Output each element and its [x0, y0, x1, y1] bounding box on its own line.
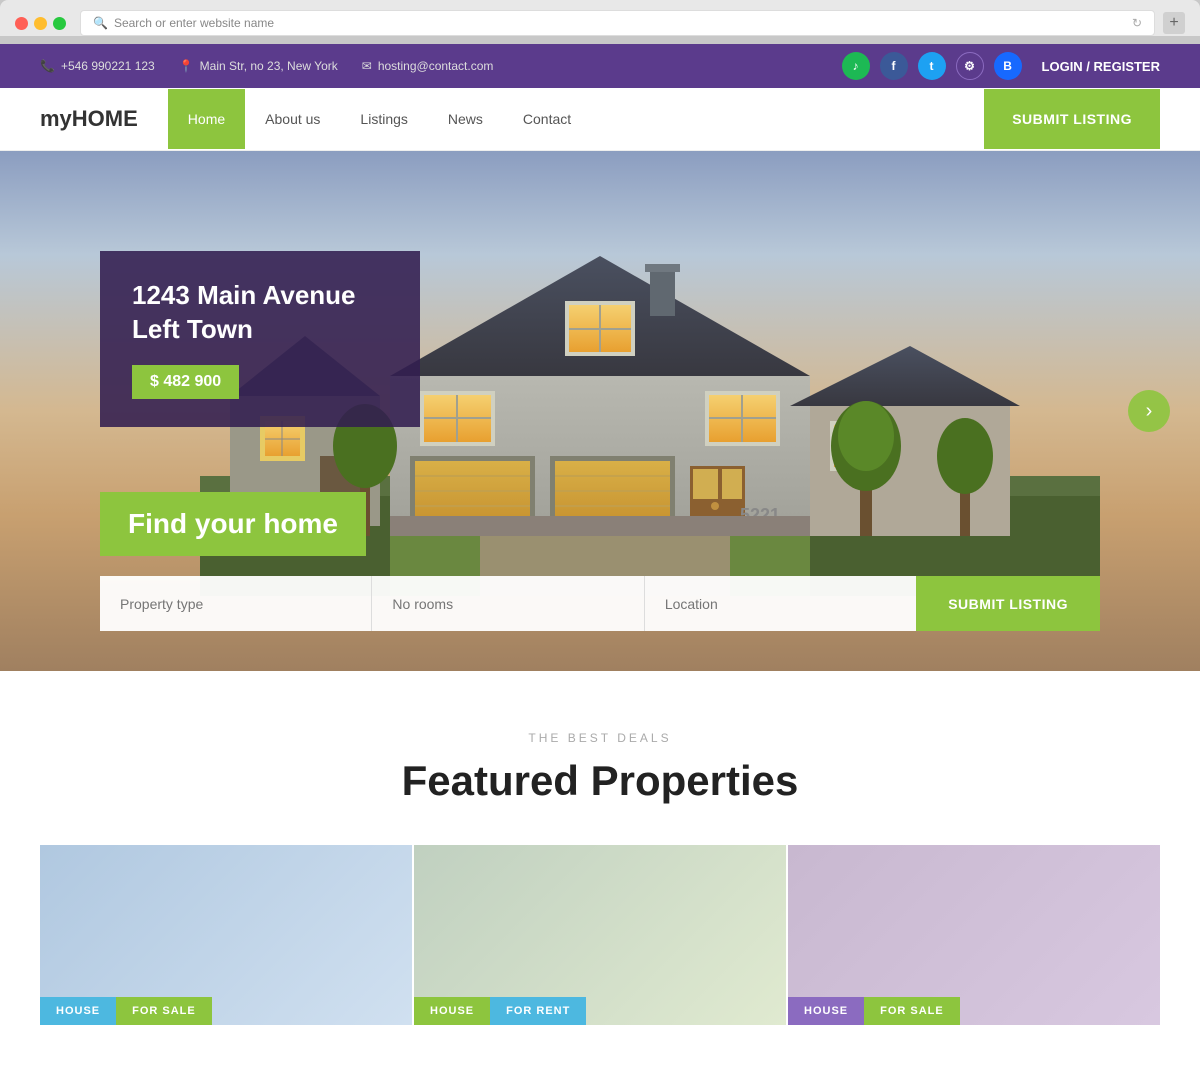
settings-icon[interactable]: ⚙: [956, 52, 984, 80]
browser-buttons: 🔍 Search or enter website name ↻ +: [15, 10, 1185, 36]
property-card-3[interactable]: HOUSE FOR SALE: [788, 845, 1160, 1025]
prop-badge-1: HOUSE FOR SALE: [40, 997, 212, 1025]
twitter-icon[interactable]: t: [918, 52, 946, 80]
phone-icon: 📞: [40, 59, 55, 73]
search-icon: 🔍: [93, 16, 108, 30]
property-card: 1243 Main Avenue Left Town $ 482 900: [100, 251, 420, 427]
main-nav: myHOME Home About us Listings News Conta…: [0, 88, 1200, 151]
reload-icon[interactable]: ↻: [1132, 16, 1142, 30]
prop-status-badge-1: FOR SALE: [116, 997, 212, 1025]
featured-section: THE BEST DEALS Featured Properties HOUSE…: [0, 671, 1200, 1065]
address-bar-text: Search or enter website name: [114, 16, 274, 30]
nav-link-home[interactable]: Home: [168, 89, 245, 149]
no-rooms-input[interactable]: [372, 576, 644, 631]
prop-status-badge-3: FOR SALE: [864, 997, 960, 1025]
nav-link-about[interactable]: About us: [245, 89, 340, 149]
top-bar-left: 📞 +546 990221 123 📍 Main Str, no 23, New…: [40, 59, 493, 73]
properties-row: HOUSE FOR SALE HOUSE FOR RENT HOUSE FOR …: [40, 845, 1160, 1025]
search-bar: SUBMIT LISTING: [100, 576, 1100, 631]
prop-type-badge-2: HOUSE: [414, 997, 490, 1025]
property-price: $ 482 900: [132, 365, 239, 399]
find-home-banner: Find your home: [100, 492, 366, 556]
email-icon: ✉: [362, 59, 372, 73]
featured-subtitle: THE BEST DEALS: [40, 731, 1160, 745]
phone-number: +546 990221 123: [61, 59, 155, 73]
property-title: 1243 Main Avenue Left Town: [132, 279, 388, 347]
close-button[interactable]: [15, 17, 28, 30]
email-text: hosting@contact.com: [378, 59, 494, 73]
nav-link-contact[interactable]: Contact: [503, 89, 591, 149]
top-bar: 📞 +546 990221 123 📍 Main Str, no 23, New…: [0, 44, 1200, 88]
spotify-icon[interactable]: ♪: [842, 52, 870, 80]
property-card-1[interactable]: HOUSE FOR SALE: [40, 845, 412, 1025]
hero-section: 5221 1243 Main Avenue Lef: [0, 151, 1200, 671]
prop-badge-2: HOUSE FOR RENT: [414, 997, 586, 1025]
website: 📞 +546 990221 123 📍 Main Str, no 23, New…: [0, 44, 1200, 1065]
property-type-input[interactable]: [100, 576, 372, 631]
maximize-button[interactable]: [53, 17, 66, 30]
new-tab-button[interactable]: +: [1163, 12, 1185, 34]
address-item: 📍 Main Str, no 23, New York: [179, 59, 338, 73]
address-bar[interactable]: 🔍 Search or enter website name ↻: [80, 10, 1155, 36]
nav-submit-listing-button[interactable]: SUBMIT LISTING: [984, 89, 1160, 149]
prop-type-badge-3: HOUSE: [788, 997, 864, 1025]
chevron-right-icon: ›: [1146, 400, 1153, 423]
nav-links: Home About us Listings News Contact: [168, 89, 984, 149]
nav-link-news[interactable]: News: [428, 89, 503, 149]
prop-type-badge-1: HOUSE: [40, 997, 116, 1025]
logo-home: HOME: [72, 106, 138, 131]
minimize-button[interactable]: [34, 17, 47, 30]
address-text: Main Str, no 23, New York: [200, 59, 338, 73]
prop-status-badge-2: FOR RENT: [490, 997, 586, 1025]
login-register-link[interactable]: LOGIN / REGISTER: [1042, 59, 1160, 74]
property-card-2[interactable]: HOUSE FOR RENT: [414, 845, 786, 1025]
location-pin-icon: 📍: [179, 59, 194, 73]
logo-my: my: [40, 106, 72, 131]
email-item: ✉ hosting@contact.com: [362, 59, 494, 73]
hero-next-arrow[interactable]: ›: [1128, 390, 1170, 432]
logo: myHOME: [40, 88, 138, 150]
location-input[interactable]: [645, 576, 916, 631]
top-bar-right: ♪ f t ⚙ B LOGIN / REGISTER: [842, 52, 1160, 80]
behance-icon[interactable]: B: [994, 52, 1022, 80]
phone-item: 📞 +546 990221 123: [40, 59, 155, 73]
nav-link-listings[interactable]: Listings: [340, 89, 427, 149]
featured-title: Featured Properties: [40, 757, 1160, 805]
search-submit-button[interactable]: SUBMIT LISTING: [916, 576, 1100, 631]
browser-chrome: 🔍 Search or enter website name ↻ +: [0, 0, 1200, 36]
prop-badge-3: HOUSE FOR SALE: [788, 997, 960, 1025]
facebook-icon[interactable]: f: [880, 52, 908, 80]
